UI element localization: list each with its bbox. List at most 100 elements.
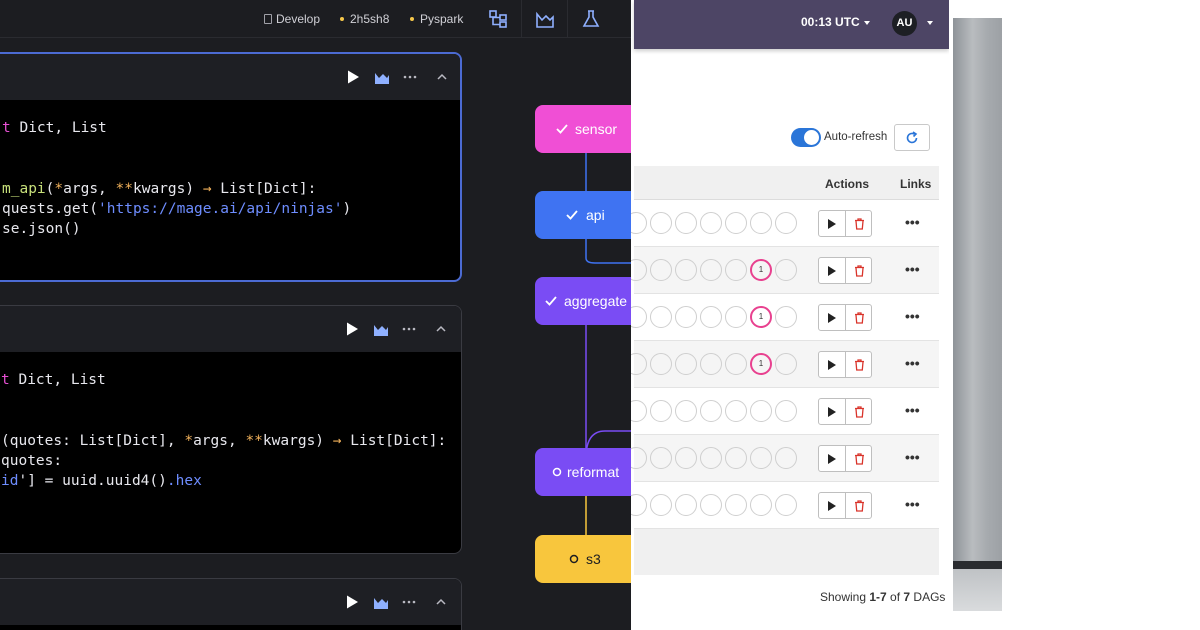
run-status-circle[interactable] bbox=[700, 447, 722, 469]
code-block[interactable]: t Dict, List (quotes: List[Dict], *args,… bbox=[0, 305, 462, 554]
links-more-button[interactable]: ••• bbox=[905, 355, 920, 371]
code-content[interactable]: t Dict, List (quotes: List[Dict], *args,… bbox=[0, 352, 461, 491]
table-row[interactable]: 1 ••• bbox=[631, 294, 939, 341]
play-icon[interactable] bbox=[345, 69, 361, 85]
play-icon[interactable] bbox=[344, 321, 360, 337]
delete-dag-button[interactable] bbox=[845, 492, 872, 519]
run-status-circle[interactable] bbox=[631, 400, 647, 422]
chart-icon[interactable] bbox=[373, 594, 389, 610]
delete-dag-button[interactable] bbox=[845, 351, 872, 378]
code-block[interactable] bbox=[0, 578, 462, 630]
run-status-circle[interactable] bbox=[675, 259, 697, 281]
time-selector[interactable]: 00:13 UTC bbox=[801, 15, 870, 29]
table-row[interactable]: ••• bbox=[631, 482, 939, 529]
run-status-circle[interactable] bbox=[675, 306, 697, 328]
delete-dag-button[interactable] bbox=[845, 398, 872, 425]
trigger-dag-button[interactable] bbox=[818, 257, 846, 284]
more-options-icon[interactable] bbox=[402, 69, 418, 85]
table-row[interactable]: 1 ••• bbox=[631, 247, 939, 294]
delete-dag-button[interactable] bbox=[845, 210, 872, 237]
run-status-circle[interactable] bbox=[775, 494, 797, 516]
trigger-dag-button[interactable] bbox=[818, 351, 846, 378]
trigger-dag-button[interactable] bbox=[818, 492, 846, 519]
chevron-up-icon[interactable] bbox=[433, 594, 449, 610]
run-status-circle[interactable] bbox=[700, 306, 722, 328]
code-content[interactable]: t Dict, List m_api(*args, **kwargs) → Li… bbox=[0, 100, 460, 239]
run-status-circle[interactable] bbox=[650, 259, 672, 281]
run-status-circle[interactable] bbox=[650, 447, 672, 469]
table-row[interactable]: ••• bbox=[631, 200, 939, 247]
commit-indicator[interactable]: 2h5sh8 bbox=[340, 0, 389, 38]
trigger-dag-button[interactable] bbox=[818, 210, 846, 237]
run-status-circle[interactable] bbox=[775, 447, 797, 469]
links-more-button[interactable]: ••• bbox=[905, 261, 920, 277]
failed-run-circle[interactable]: 1 bbox=[750, 259, 772, 281]
trigger-dag-button[interactable] bbox=[818, 304, 846, 331]
code-block[interactable]: t Dict, List m_api(*args, **kwargs) → Li… bbox=[0, 52, 462, 282]
tab-tree[interactable] bbox=[475, 0, 521, 38]
column-header-links[interactable]: Links bbox=[900, 177, 931, 191]
run-status-circle[interactable] bbox=[700, 259, 722, 281]
refresh-button[interactable] bbox=[894, 124, 930, 151]
node-reformat[interactable]: reformat bbox=[535, 448, 631, 496]
run-status-circle[interactable] bbox=[775, 353, 797, 375]
run-status-circle[interactable] bbox=[631, 353, 647, 375]
kernel-indicator[interactable]: Pyspark bbox=[410, 0, 463, 38]
more-options-icon[interactable] bbox=[401, 321, 417, 337]
node-sensor[interactable]: sensor bbox=[535, 105, 631, 153]
play-icon[interactable] bbox=[344, 594, 360, 610]
table-row[interactable]: ••• bbox=[631, 435, 939, 482]
run-status-circle[interactable] bbox=[725, 447, 747, 469]
run-status-circle[interactable] bbox=[675, 212, 697, 234]
node-s3[interactable]: s3 bbox=[535, 535, 631, 583]
tab-test[interactable] bbox=[567, 0, 613, 38]
run-status-circle[interactable] bbox=[631, 494, 647, 516]
trigger-dag-button[interactable] bbox=[818, 398, 846, 425]
links-more-button[interactable]: ••• bbox=[905, 214, 920, 230]
run-status-circle[interactable] bbox=[675, 353, 697, 375]
chevron-up-icon[interactable] bbox=[433, 321, 449, 337]
run-status-circle[interactable] bbox=[725, 259, 747, 281]
auto-refresh-toggle[interactable] bbox=[791, 128, 821, 147]
links-more-button[interactable]: ••• bbox=[905, 449, 920, 465]
branch-selector[interactable]: Develop bbox=[264, 0, 320, 38]
run-status-circle[interactable] bbox=[650, 494, 672, 516]
run-status-circle[interactable] bbox=[775, 259, 797, 281]
chevron-up-icon[interactable] bbox=[434, 69, 450, 85]
run-status-circle[interactable] bbox=[650, 353, 672, 375]
trigger-dag-button[interactable] bbox=[818, 445, 846, 472]
table-row[interactable]: 1 ••• bbox=[631, 341, 939, 388]
run-status-circle[interactable] bbox=[750, 212, 772, 234]
links-more-button[interactable]: ••• bbox=[905, 402, 920, 418]
run-status-circle[interactable] bbox=[650, 306, 672, 328]
run-status-circle[interactable] bbox=[650, 400, 672, 422]
links-more-button[interactable]: ••• bbox=[905, 308, 920, 324]
delete-dag-button[interactable] bbox=[845, 304, 872, 331]
run-status-circle[interactable] bbox=[631, 306, 647, 328]
run-status-circle[interactable] bbox=[775, 400, 797, 422]
more-options-icon[interactable] bbox=[401, 594, 417, 610]
run-status-circle[interactable] bbox=[725, 353, 747, 375]
run-status-circle[interactable] bbox=[775, 212, 797, 234]
chart-icon[interactable] bbox=[374, 69, 390, 85]
run-status-circle[interactable] bbox=[700, 212, 722, 234]
chevron-down-icon[interactable] bbox=[927, 21, 933, 25]
tab-chart[interactable] bbox=[521, 0, 567, 38]
run-status-circle[interactable] bbox=[725, 400, 747, 422]
run-status-circle[interactable] bbox=[725, 212, 747, 234]
node-api[interactable]: api bbox=[535, 191, 631, 239]
run-status-circle[interactable] bbox=[631, 259, 647, 281]
run-status-circle[interactable] bbox=[650, 212, 672, 234]
run-status-circle[interactable] bbox=[631, 212, 647, 234]
run-status-circle[interactable] bbox=[675, 400, 697, 422]
run-status-circle[interactable] bbox=[775, 306, 797, 328]
failed-run-circle[interactable]: 1 bbox=[750, 306, 772, 328]
run-status-circle[interactable] bbox=[700, 400, 722, 422]
run-status-circle[interactable] bbox=[725, 306, 747, 328]
delete-dag-button[interactable] bbox=[845, 445, 872, 472]
run-status-circle[interactable] bbox=[675, 447, 697, 469]
run-status-circle[interactable] bbox=[700, 494, 722, 516]
delete-dag-button[interactable] bbox=[845, 257, 872, 284]
node-aggregate[interactable]: aggregate bbox=[535, 277, 631, 325]
failed-run-circle[interactable]: 1 bbox=[750, 353, 772, 375]
